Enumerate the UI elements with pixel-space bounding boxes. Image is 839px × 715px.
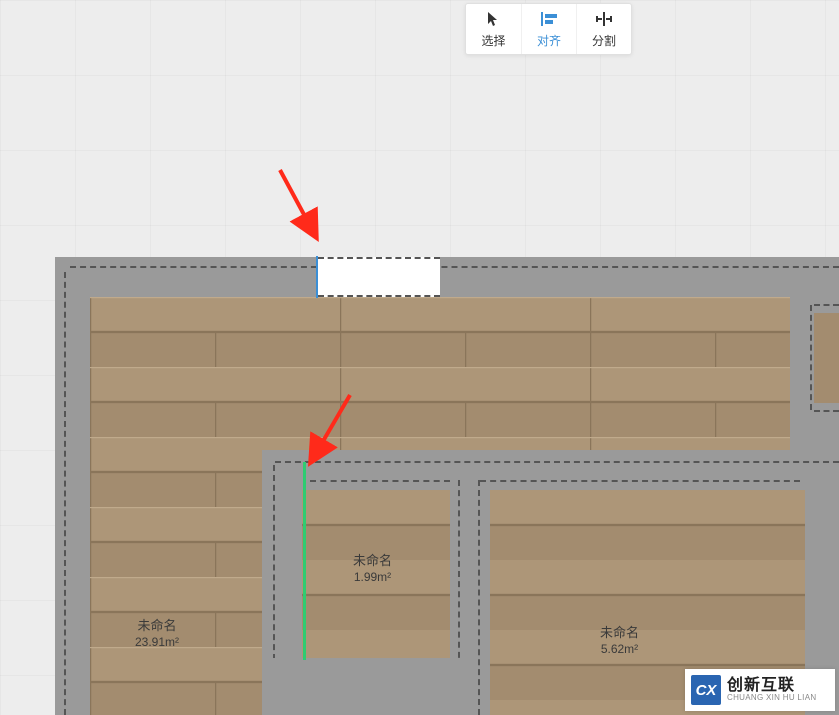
- tool-label: 对齐: [537, 32, 561, 49]
- watermark-text: 创新互联 CHUANG XIN HU LIAN: [727, 677, 816, 703]
- wall-centerline: [814, 410, 839, 412]
- room-floor-small[interactable]: [302, 490, 450, 660]
- alignment-guide[interactable]: [303, 462, 306, 660]
- cursor-icon: [487, 10, 501, 28]
- design-canvas[interactable]: 未命名 23.91m² 未命名 1.99m² 未命名 5.62m² 选择: [0, 0, 839, 715]
- context-toolbar: 选择 对齐 分割: [465, 3, 632, 55]
- wall-centerline: [310, 480, 450, 482]
- room-floor-alcove[interactable]: [814, 313, 839, 403]
- wall-opening[interactable]: [318, 257, 440, 297]
- tool-label: 分割: [592, 32, 616, 49]
- wall-centerline: [814, 304, 839, 306]
- wall-centerline: [480, 480, 800, 482]
- floor-plan: 未命名 23.91m² 未命名 1.99m² 未命名 5.62m²: [0, 0, 839, 715]
- inner-wall: [262, 658, 475, 715]
- wall-centerline: [64, 272, 66, 715]
- tool-label: 选择: [481, 32, 505, 49]
- wall-centerline: [70, 266, 839, 268]
- split-icon: [596, 10, 612, 28]
- wall-centerline: [275, 461, 839, 463]
- align-tool-button[interactable]: 对齐: [521, 4, 576, 54]
- annotation-arrow-icon: [275, 165, 330, 250]
- wall-centerline: [810, 305, 812, 410]
- watermark-cn: 创新互联: [727, 677, 816, 695]
- watermark: CX 创新互联 CHUANG XIN HU LIAN: [685, 669, 835, 711]
- align-icon: [541, 10, 557, 28]
- wall-centerline: [478, 480, 480, 715]
- wall-centerline: [458, 480, 460, 668]
- wall-centerline: [273, 465, 275, 670]
- selection-edge[interactable]: [316, 256, 318, 298]
- split-tool-button[interactable]: 分割: [576, 4, 631, 54]
- watermark-logo-icon: CX: [691, 675, 721, 705]
- select-tool-button[interactable]: 选择: [466, 4, 521, 54]
- watermark-en: CHUANG XIN HU LIAN: [727, 694, 816, 703]
